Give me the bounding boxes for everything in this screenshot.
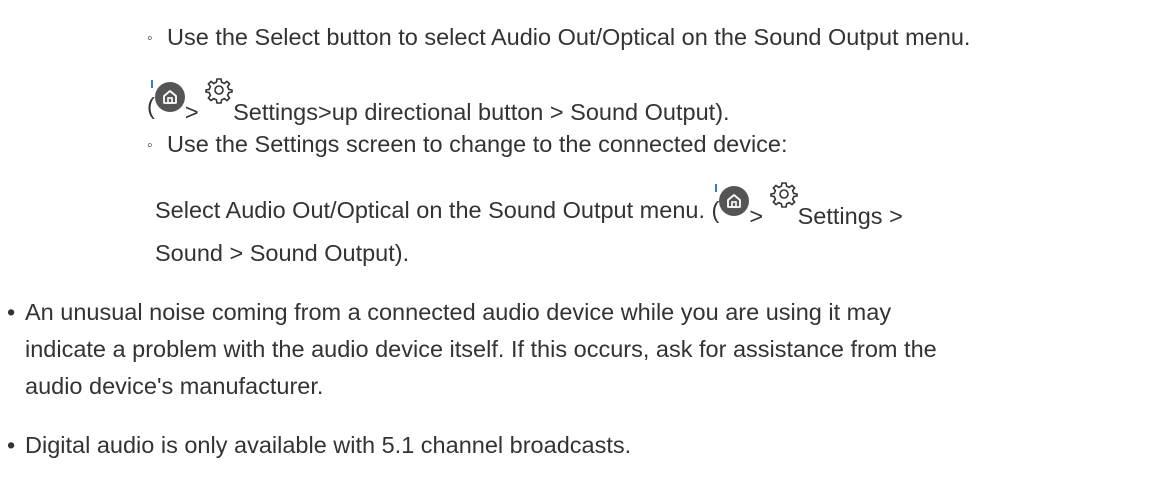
- bullet-item-1-line-3: audio device's manufacturer.: [25, 371, 323, 401]
- bullet-item-2-text: Digital audio is only available with 5.1…: [25, 432, 632, 458]
- gear-icon: [769, 180, 798, 208]
- sub-item-2-text: Use the Settings screen to change to the…: [167, 131, 788, 157]
- sub-item-2: ◦ Use the Settings screen to change to th…: [147, 129, 788, 161]
- sub-item-2-line-2-rest: Settings >: [797, 203, 903, 229]
- sub-item-1-text: Use the Select button to select Audio Ou…: [167, 24, 971, 50]
- home-icon: [715, 184, 750, 216]
- accent-mark: [150, 80, 153, 88]
- paren-open: (: [147, 93, 155, 119]
- bullet-item-2: • Digital audio is only available with 5.…: [7, 430, 631, 460]
- bullet-item-1-line-2: indicate a problem with the audio device…: [25, 334, 937, 364]
- bullet-item-1-line-2-text: indicate a problem with the audio device…: [25, 336, 937, 362]
- home-icon: [150, 80, 185, 112]
- sub-item-2-line-3-text: Sound > Sound Output).: [155, 240, 410, 266]
- bullet-item-1-line-1: An unusual noise coming from a connected…: [25, 299, 892, 325]
- bullet-marker: •: [7, 299, 16, 325]
- arrow-separator: >: [184, 99, 199, 125]
- gear-icon: [205, 76, 233, 104]
- sub-item-1-path-rest: Settings>up directional button > Sound O…: [233, 99, 730, 125]
- sub-bullet-marker: ◦: [147, 30, 153, 47]
- sub-item-2-line-3: Sound > Sound Output).: [155, 238, 409, 268]
- sub-item-1: ◦ Use the Select button to select Audio O…: [147, 22, 970, 54]
- arrow-separator: >: [749, 203, 764, 229]
- bullet-item-1-line-3-text: audio device's manufacturer.: [25, 373, 324, 399]
- bullet-marker: •: [7, 432, 16, 458]
- sub-item-1-path: ( > Settings>up directional button > Soun…: [147, 76, 730, 127]
- sub-item-2-line-2-text: Select Audio Out/Optical on the Sound Ou…: [155, 197, 720, 223]
- document-page: ◦ Use the Select button to select Audio O…: [0, 0, 1174, 483]
- accent-mark: [715, 184, 718, 192]
- sub-item-2-line-2: Select Audio Out/Optical on the Sound Ou…: [155, 180, 903, 231]
- bullet-item-1: • An unusual noise coming from a connecte…: [7, 297, 891, 327]
- sub-bullet-marker: ◦: [147, 137, 153, 154]
